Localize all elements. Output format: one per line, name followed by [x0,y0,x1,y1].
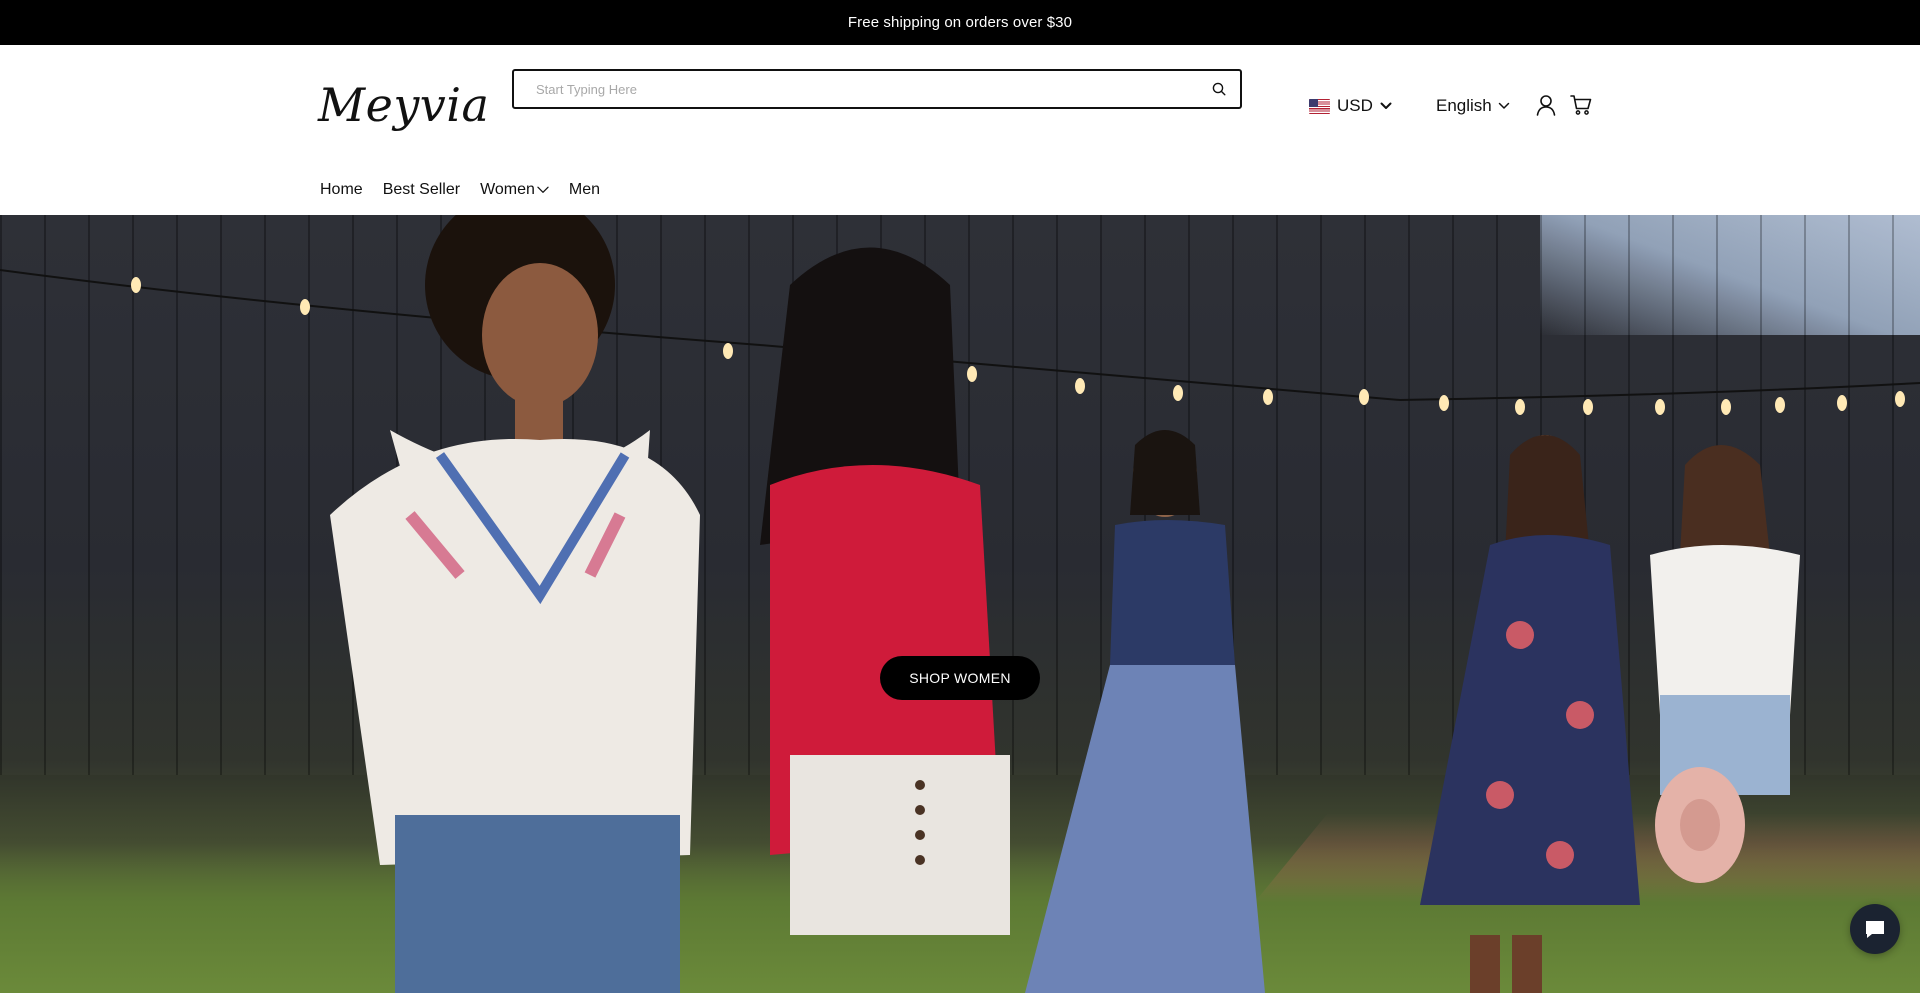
cart-icon[interactable] [1570,93,1592,117]
announcement-bar: Free shipping on orders over $30 [0,0,1920,45]
nav-item-label: Home [320,181,363,198]
logo[interactable]: Meyvia [318,75,489,135]
nav-item-home[interactable]: Home [320,181,363,199]
main-nav: Home Best Seller Women Men [320,176,600,204]
nav-item-women[interactable]: Women [480,181,549,199]
site-header: Meyvia USD English [0,45,1920,215]
logo-text: Meyvia [318,78,490,132]
chevron-down-icon [1380,100,1392,112]
hero-models-image [330,215,1800,993]
chevron-down-icon [537,184,549,196]
chevron-down-icon [1498,100,1510,112]
hero-banner: SHOP WOMEN [0,215,1920,993]
language-selector[interactable]: English [1436,91,1510,121]
us-flag-icon [1309,98,1330,114]
announcement-text: Free shipping on orders over $30 [847,14,1073,31]
currency-selector[interactable]: USD [1309,91,1392,121]
shop-women-button[interactable]: SHOP WOMEN [880,656,1040,700]
search-icon[interactable] [1210,80,1228,98]
user-icon[interactable] [1535,93,1557,117]
nav-item-men[interactable]: Men [569,181,600,199]
nav-item-label: Best Seller [382,181,461,198]
chat-bubble-icon[interactable] [1850,904,1900,954]
currency-label: USD [1337,96,1373,115]
language-label: English [1436,96,1492,115]
nav-item-label: Men [568,181,601,198]
search-bar [512,69,1242,109]
nav-item-label: Women [480,181,535,198]
nav-item-best-seller[interactable]: Best Seller [383,181,460,199]
search-input[interactable] [536,81,1210,97]
